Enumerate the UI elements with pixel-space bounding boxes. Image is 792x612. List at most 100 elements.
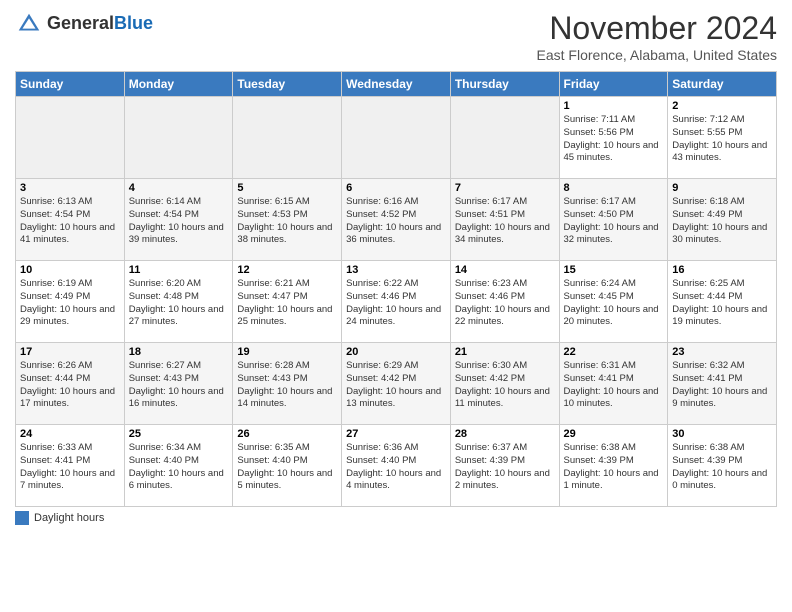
day-number: 16 [672, 264, 772, 276]
day-number: 18 [129, 346, 229, 358]
day-info: Sunrise: 6:16 AM Sunset: 4:52 PM Dayligh… [346, 196, 446, 247]
calendar-cell [450, 97, 559, 179]
calendar-cell [342, 97, 451, 179]
day-number: 2 [672, 100, 772, 112]
logo-icon [15, 10, 43, 38]
week-row-5: 24 Sunrise: 6:33 AM Sunset: 4:41 PM Dayli… [16, 425, 777, 507]
day-info: Sunrise: 6:28 AM Sunset: 4:43 PM Dayligh… [237, 360, 337, 411]
calendar-cell: 7 Sunrise: 6:17 AM Sunset: 4:51 PM Daylig… [450, 179, 559, 261]
day-number: 25 [129, 428, 229, 440]
day-info: Sunrise: 6:29 AM Sunset: 4:42 PM Dayligh… [346, 360, 446, 411]
day-info: Sunrise: 7:12 AM Sunset: 5:55 PM Dayligh… [672, 114, 772, 165]
calendar-cell: 1Sunrise: 7:11 AM Sunset: 5:56 PM Daylig… [559, 97, 668, 179]
calendar-cell: 21 Sunrise: 6:30 AM Sunset: 4:42 PM Dayli… [450, 343, 559, 425]
day-number: 7 [455, 182, 555, 194]
calendar-cell: 27Sunrise: 6:36 AM Sunset: 4:40 PM Dayli… [342, 425, 451, 507]
day-number: 10 [20, 264, 120, 276]
day-number: 20 [346, 346, 446, 358]
calendar-cell: 11Sunrise: 6:20 AM Sunset: 4:48 PM Dayli… [124, 261, 233, 343]
header: GeneralBlue November 2024 East Florence,… [15, 10, 777, 63]
day-info: Sunrise: 6:32 AM Sunset: 4:41 PM Dayligh… [672, 360, 772, 411]
day-info: Sunrise: 6:15 AM Sunset: 4:53 PM Dayligh… [237, 196, 337, 247]
calendar-cell: 18 Sunrise: 6:27 AM Sunset: 4:43 PM Dayli… [124, 343, 233, 425]
day-info: Sunrise: 6:27 AM Sunset: 4:43 PM Dayligh… [129, 360, 229, 411]
day-info: Sunrise: 6:38 AM Sunset: 4:39 PM Dayligh… [564, 442, 664, 493]
day-info: Sunrise: 6:14 AM Sunset: 4:54 PM Dayligh… [129, 196, 229, 247]
calendar-cell: 13 Sunrise: 6:22 AM Sunset: 4:46 PM Dayli… [342, 261, 451, 343]
calendar-cell: 3 Sunrise: 6:13 AM Sunset: 4:54 PM Daylig… [16, 179, 125, 261]
calendar-cell: 6 Sunrise: 6:16 AM Sunset: 4:52 PM Daylig… [342, 179, 451, 261]
day-number: 5 [237, 182, 337, 194]
day-info: Sunrise: 6:24 AM Sunset: 4:45 PM Dayligh… [564, 278, 664, 329]
calendar-cell: 20 Sunrise: 6:29 AM Sunset: 4:42 PM Dayli… [342, 343, 451, 425]
calendar-cell: 14 Sunrise: 6:23 AM Sunset: 4:46 PM Dayli… [450, 261, 559, 343]
calendar-cell: 17 Sunrise: 6:26 AM Sunset: 4:44 PM Dayli… [16, 343, 125, 425]
day-info: Sunrise: 6:30 AM Sunset: 4:42 PM Dayligh… [455, 360, 555, 411]
day-number: 24 [20, 428, 120, 440]
day-number: 13 [346, 264, 446, 276]
day-number: 21 [455, 346, 555, 358]
day-info: Sunrise: 6:23 AM Sunset: 4:46 PM Dayligh… [455, 278, 555, 329]
week-row-3: 10Sunrise: 6:19 AM Sunset: 4:49 PM Dayli… [16, 261, 777, 343]
weekday-header-wednesday: Wednesday [342, 72, 451, 97]
day-info: Sunrise: 6:25 AM Sunset: 4:44 PM Dayligh… [672, 278, 772, 329]
day-number: 1 [564, 100, 664, 112]
weekday-header-sunday: Sunday [16, 72, 125, 97]
day-info: Sunrise: 6:36 AM Sunset: 4:40 PM Dayligh… [346, 442, 446, 493]
subtitle: East Florence, Alabama, United States [537, 47, 777, 63]
day-info: Sunrise: 6:37 AM Sunset: 4:39 PM Dayligh… [455, 442, 555, 493]
calendar-cell: 22Sunrise: 6:31 AM Sunset: 4:41 PM Dayli… [559, 343, 668, 425]
calendar-cell: 29 Sunrise: 6:38 AM Sunset: 4:39 PM Dayli… [559, 425, 668, 507]
page: GeneralBlue November 2024 East Florence,… [0, 0, 792, 612]
calendar-cell: 12Sunrise: 6:21 AM Sunset: 4:47 PM Dayli… [233, 261, 342, 343]
weekday-header-tuesday: Tuesday [233, 72, 342, 97]
calendar-cell: 5 Sunrise: 6:15 AM Sunset: 4:53 PM Daylig… [233, 179, 342, 261]
footer: Daylight hours [15, 511, 777, 525]
month-title: November 2024 [537, 10, 777, 47]
day-number: 28 [455, 428, 555, 440]
calendar-cell: 10Sunrise: 6:19 AM Sunset: 4:49 PM Dayli… [16, 261, 125, 343]
calendar-cell: 9Sunrise: 6:18 AM Sunset: 4:49 PM Daylig… [668, 179, 777, 261]
day-info: Sunrise: 6:33 AM Sunset: 4:41 PM Dayligh… [20, 442, 120, 493]
legend-box [15, 511, 29, 525]
day-info: Sunrise: 6:34 AM Sunset: 4:40 PM Dayligh… [129, 442, 229, 493]
calendar-cell: 26Sunrise: 6:35 AM Sunset: 4:40 PM Dayli… [233, 425, 342, 507]
calendar-cell: 23 Sunrise: 6:32 AM Sunset: 4:41 PM Dayli… [668, 343, 777, 425]
calendar-cell: 8Sunrise: 6:17 AM Sunset: 4:50 PM Daylig… [559, 179, 668, 261]
day-info: Sunrise: 6:17 AM Sunset: 4:50 PM Dayligh… [564, 196, 664, 247]
calendar-cell: 25 Sunrise: 6:34 AM Sunset: 4:40 PM Dayli… [124, 425, 233, 507]
day-number: 3 [20, 182, 120, 194]
calendar-cell: 30 Sunrise: 6:38 AM Sunset: 4:39 PM Dayli… [668, 425, 777, 507]
logo-blue: Blue [114, 13, 153, 33]
calendar-cell: 24 Sunrise: 6:33 AM Sunset: 4:41 PM Dayli… [16, 425, 125, 507]
weekday-header-friday: Friday [559, 72, 668, 97]
day-info: Sunrise: 6:20 AM Sunset: 4:48 PM Dayligh… [129, 278, 229, 329]
calendar-cell [124, 97, 233, 179]
day-info: Sunrise: 6:21 AM Sunset: 4:47 PM Dayligh… [237, 278, 337, 329]
day-number: 23 [672, 346, 772, 358]
legend-label: Daylight hours [34, 512, 104, 524]
logo-general: General [47, 13, 114, 33]
day-number: 17 [20, 346, 120, 358]
day-number: 14 [455, 264, 555, 276]
weekday-header-row: SundayMondayTuesdayWednesdayThursdayFrid… [16, 72, 777, 97]
day-info: Sunrise: 6:26 AM Sunset: 4:44 PM Dayligh… [20, 360, 120, 411]
day-info: Sunrise: 6:38 AM Sunset: 4:39 PM Dayligh… [672, 442, 772, 493]
day-info: Sunrise: 6:13 AM Sunset: 4:54 PM Dayligh… [20, 196, 120, 247]
calendar-cell: 15Sunrise: 6:24 AM Sunset: 4:45 PM Dayli… [559, 261, 668, 343]
calendar-cell: 2 Sunrise: 7:12 AM Sunset: 5:55 PM Daylig… [668, 97, 777, 179]
day-info: Sunrise: 6:22 AM Sunset: 4:46 PM Dayligh… [346, 278, 446, 329]
day-info: Sunrise: 6:17 AM Sunset: 4:51 PM Dayligh… [455, 196, 555, 247]
week-row-4: 17 Sunrise: 6:26 AM Sunset: 4:44 PM Dayli… [16, 343, 777, 425]
day-number: 6 [346, 182, 446, 194]
calendar-cell [16, 97, 125, 179]
calendar: SundayMondayTuesdayWednesdayThursdayFrid… [15, 71, 777, 507]
title-block: November 2024 East Florence, Alabama, Un… [537, 10, 777, 63]
day-number: 29 [564, 428, 664, 440]
logo: GeneralBlue [15, 10, 153, 38]
day-number: 30 [672, 428, 772, 440]
calendar-cell: 16 Sunrise: 6:25 AM Sunset: 4:44 PM Dayli… [668, 261, 777, 343]
weekday-header-thursday: Thursday [450, 72, 559, 97]
week-row-1: 1Sunrise: 7:11 AM Sunset: 5:56 PM Daylig… [16, 97, 777, 179]
day-number: 9 [672, 182, 772, 194]
